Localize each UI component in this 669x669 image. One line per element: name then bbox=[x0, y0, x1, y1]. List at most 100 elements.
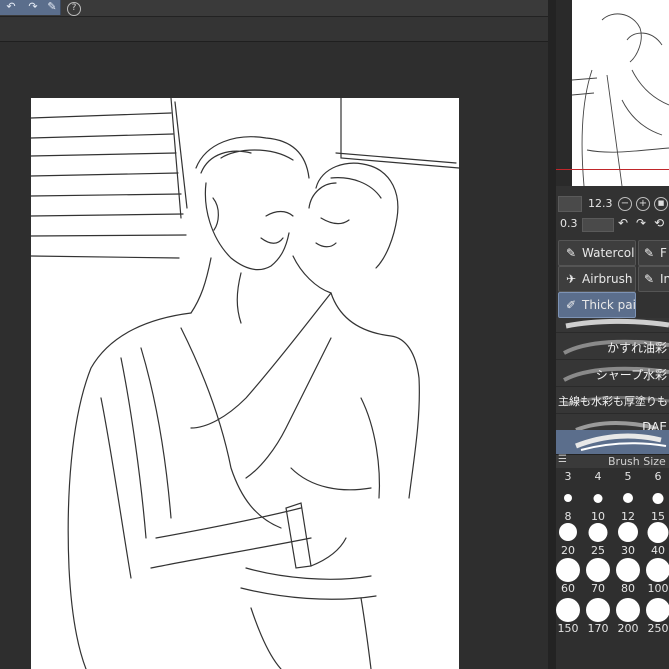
brush-group-thick-paint[interactable]: ✐ Thick paint bbox=[558, 292, 636, 318]
brush-size-dot bbox=[646, 558, 669, 582]
brush-size-label: 100 bbox=[647, 582, 669, 595]
brush-size-dot bbox=[586, 558, 610, 582]
brush-size-dot bbox=[586, 598, 610, 622]
tool-property-bar bbox=[0, 17, 548, 42]
brush-size-cell[interactable]: 10 bbox=[583, 486, 613, 524]
brush-group-label: Watercolor bbox=[582, 246, 635, 260]
brush-size-cell[interactable]: 20 bbox=[553, 520, 583, 558]
brush-size-cell[interactable]: 250 bbox=[643, 598, 669, 636]
navigator-view-line bbox=[556, 169, 669, 170]
undo-button[interactable]: ↶ bbox=[0, 0, 23, 15]
brush-size-cell[interactable]: 60 bbox=[553, 558, 583, 596]
navigator-panel bbox=[556, 0, 669, 186]
brush-size-label: 5 bbox=[624, 470, 632, 483]
brush-item[interactable]: 主線も水彩も厚塗りも bbox=[556, 387, 669, 414]
brush-size-label: 200 bbox=[617, 622, 639, 635]
brush-size-dot bbox=[652, 492, 664, 504]
brush-size-dot bbox=[588, 522, 608, 542]
redo-button[interactable]: ↷ bbox=[22, 0, 45, 15]
brush-size-dot bbox=[623, 493, 633, 503]
brush-size-label: 150 bbox=[557, 622, 579, 635]
brush-size-label: 6 bbox=[654, 470, 662, 483]
brush-icon: ✎ bbox=[643, 272, 655, 286]
navigator-thumbnail[interactable] bbox=[571, 0, 669, 186]
reset-rotation-icon[interactable]: ⟲ bbox=[654, 216, 664, 230]
brush-size-label: 40 bbox=[651, 544, 665, 557]
brush-stroke-preview bbox=[565, 318, 669, 329]
brush-size-label: 3 bbox=[564, 470, 572, 483]
zoom-value[interactable]: 12.3 bbox=[588, 197, 613, 210]
brush-size-cell[interactable]: 40 bbox=[643, 520, 669, 558]
brush-size-cell[interactable]: 8 bbox=[553, 486, 583, 524]
brush-item[interactable] bbox=[556, 318, 669, 333]
brush-item[interactable]: かすれ油彩 bbox=[556, 333, 669, 360]
rotate-value[interactable]: 0.3 bbox=[560, 217, 578, 230]
brush-size-label: 4 bbox=[594, 470, 602, 483]
sketch-drawing bbox=[31, 98, 459, 669]
brush-icon: ✎ bbox=[565, 246, 577, 260]
brush-stroke-preview bbox=[575, 433, 667, 451]
brush-item-selected[interactable] bbox=[556, 430, 669, 455]
zoom-row: 12.3 − + ■ bbox=[556, 194, 669, 214]
brush-group-airbrush[interactable]: ✈ Airbrush bbox=[558, 266, 636, 292]
thumbnail-sketch bbox=[571, 13, 669, 186]
brush-size-label: 20 bbox=[561, 544, 575, 557]
brush-size-label: 80 bbox=[621, 582, 635, 595]
brush-size-dot bbox=[646, 598, 669, 622]
brush-size-label: 70 bbox=[591, 582, 605, 595]
brush-size-label: 170 bbox=[587, 622, 609, 635]
brush-size-dot bbox=[618, 522, 638, 542]
brush-size-label: 30 bbox=[621, 544, 635, 557]
brush-group-label: Airbrush bbox=[582, 272, 633, 286]
brush-item-label: 主線も水彩も厚塗りも bbox=[558, 395, 668, 408]
brush-item-label: かすれ油彩 bbox=[606, 341, 667, 355]
brush-group-watercolor[interactable]: ✎ Watercolor bbox=[558, 240, 636, 266]
brush-group-label: Thick paint bbox=[582, 298, 636, 312]
help-icon[interactable]: ? bbox=[64, 0, 84, 16]
brush-size-cell[interactable]: 70 bbox=[583, 558, 613, 596]
brush-size-cell[interactable]: 30 bbox=[613, 520, 643, 558]
rotate-right-icon[interactable]: ↷ bbox=[636, 216, 646, 230]
brush-size-dot bbox=[647, 521, 669, 543]
navigator-controls: 12.3 − + ■ 0.3 ↶ ↷ ⟲ bbox=[556, 190, 669, 236]
brush-size-cell[interactable]: 12 bbox=[613, 486, 643, 524]
airbrush-icon: ✈ bbox=[565, 272, 577, 286]
top-toolbar: ↶ ↷ ✎ ? bbox=[0, 0, 548, 17]
brush-size-cell[interactable]: 25 bbox=[583, 520, 613, 558]
brush-group-in[interactable]: ✎ In bbox=[638, 266, 669, 292]
brush-size-dot bbox=[556, 558, 580, 582]
paint-knife-icon: ✐ bbox=[565, 298, 577, 312]
brush-group-label: F bbox=[660, 246, 667, 260]
brush-size-cell[interactable]: 100 bbox=[643, 558, 669, 596]
brush-size-dot bbox=[616, 598, 640, 622]
brush-group-panel: ✎ Watercolor ✎F ✈ Airbrush ✎ In ✐ Thick pain… bbox=[556, 238, 669, 320]
rotate-left-icon[interactable]: ↶ bbox=[618, 216, 628, 230]
brush-size-label: 25 bbox=[591, 544, 605, 557]
zoom-slider[interactable] bbox=[558, 196, 582, 212]
brush-size-dot bbox=[616, 558, 640, 582]
brush-item[interactable]: シャープ水彩 bbox=[556, 360, 669, 387]
help-glyph: ? bbox=[67, 2, 81, 16]
brush-size-grid: 3 4 5 6 8 10 12 15 20 25 30 40 60 70 80 100 150 170 200 250 bbox=[556, 468, 669, 669]
rotate-slider[interactable] bbox=[582, 218, 614, 232]
drawing-canvas[interactable] bbox=[31, 98, 459, 669]
edit-button[interactable]: ✎ bbox=[44, 0, 61, 15]
brush-size-cell[interactable]: 200 bbox=[613, 598, 643, 636]
brush-list: かすれ油彩 シャープ水彩 主線も水彩も厚塗りも DAE bbox=[556, 318, 669, 455]
zoom-out-icon[interactable]: − bbox=[618, 197, 632, 211]
brush-size-label: 60 bbox=[561, 582, 575, 595]
fit-view-icon[interactable]: ■ bbox=[654, 197, 668, 211]
brush-size-cell[interactable]: 150 bbox=[553, 598, 583, 636]
brush-size-label: 250 bbox=[647, 622, 669, 635]
brush-size-dot bbox=[593, 493, 603, 503]
brush-size-dot bbox=[564, 494, 572, 502]
rotate-row: 0.3 ↶ ↷ ⟲ bbox=[556, 214, 669, 234]
zoom-in-icon[interactable]: + bbox=[636, 197, 650, 211]
brush-group-f[interactable]: ✎ F bbox=[638, 240, 669, 266]
brush-size-cell[interactable]: 15 bbox=[643, 486, 669, 524]
brush-group-label: In bbox=[660, 272, 669, 286]
brush-size-cell[interactable]: 170 bbox=[583, 598, 613, 636]
brush-item-label: シャープ水彩 bbox=[595, 368, 667, 382]
brush-size-cell[interactable]: 80 bbox=[613, 558, 643, 596]
brush-size-dot bbox=[556, 598, 580, 622]
